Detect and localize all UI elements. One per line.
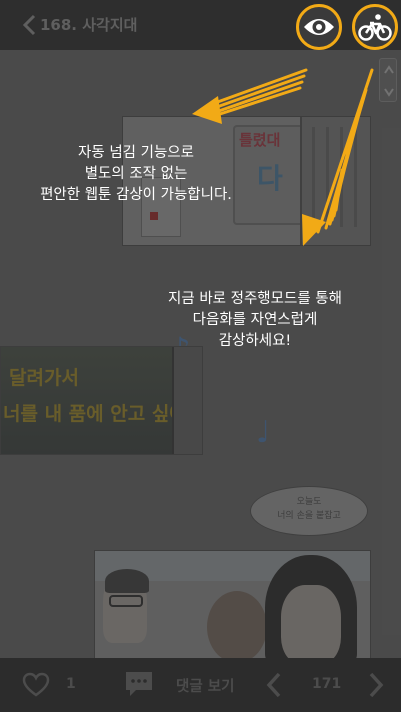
heart-icon bbox=[22, 672, 50, 697]
eye-icon bbox=[304, 19, 334, 35]
bicycle-icon bbox=[358, 14, 392, 41]
tutorial-hint-auto-scroll: 자동 넘김 기능으로 별도의 조작 없는 편안한 웹툰 감상이 가능합니다. bbox=[6, 143, 266, 206]
bottom-bar: 1 댓글 보기 171 bbox=[0, 658, 401, 712]
tutorial-hint-binge-mode: 지금 바로 정주행모드를 통해 다음화를 자연스럽게 감상하세요! bbox=[128, 289, 382, 352]
tutorial-overlay[interactable] bbox=[0, 0, 401, 712]
comment-icon bbox=[126, 672, 152, 696]
auto-scroll-button[interactable] bbox=[352, 4, 398, 50]
chevron-left-icon bbox=[266, 672, 281, 698]
chevron-right-icon bbox=[369, 672, 384, 698]
hint-line: 자동 넘김 기능으로 bbox=[78, 145, 194, 161]
hint-line: 다음화를 자연스럽게 bbox=[192, 312, 318, 328]
comment-button[interactable] bbox=[124, 670, 154, 698]
comment-label[interactable]: 댓글 보기 bbox=[176, 675, 234, 696]
like-count: 1 bbox=[66, 676, 76, 692]
like-button[interactable] bbox=[22, 672, 50, 698]
chevron-left-icon bbox=[22, 14, 36, 36]
next-episode-button[interactable] bbox=[366, 671, 386, 699]
episode-number: 171 bbox=[312, 676, 342, 692]
prev-episode-button[interactable] bbox=[264, 671, 284, 699]
hint-line: 별도의 조작 없는 bbox=[84, 166, 188, 182]
view-mode-button[interactable] bbox=[296, 4, 342, 50]
hint-line: 편안한 웹툰 감상이 가능합니다. bbox=[40, 187, 232, 203]
top-bar: 168. 사각지대 bbox=[0, 0, 401, 50]
hint-line: 감상하세요! bbox=[218, 333, 292, 349]
episode-title: 168. 사각지대 bbox=[40, 16, 138, 34]
back-button[interactable] bbox=[20, 13, 40, 37]
hint-line: 지금 바로 정주행모드를 통해 bbox=[168, 291, 342, 307]
